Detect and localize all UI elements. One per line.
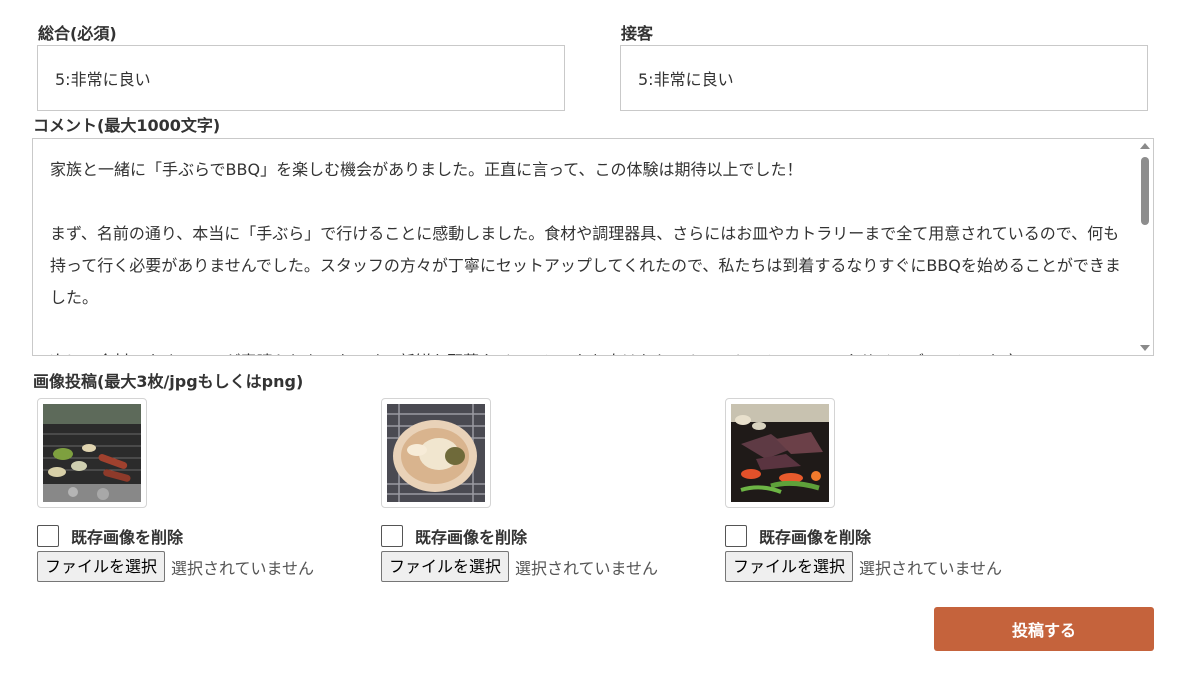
- delete-image-3-label: 既存画像を削除: [759, 528, 872, 547]
- delete-image-3-checkbox[interactable]: [725, 525, 747, 547]
- comment-label: コメント(最大1000文字): [33, 116, 221, 135]
- file-status-1: 選択されていません: [171, 558, 315, 578]
- service-rating-label: 接客: [621, 24, 654, 43]
- delete-image-2[interactable]: 既存画像を削除: [381, 524, 527, 548]
- overall-rating-value: 5:非常に良い: [55, 70, 151, 89]
- comment-text: 家族と一緒に「手ぶらでBBQ」を楽しむ機会がありました。正直に言って、この体験は…: [50, 160, 1121, 355]
- image-upload-label: 画像投稿(最大3枚/jpgもしくはpng): [33, 372, 304, 391]
- submit-button[interactable]: 投稿する: [934, 607, 1154, 651]
- scroll-down-arrow-icon[interactable]: [1140, 345, 1150, 351]
- comment-textarea[interactable]: 家族と一緒に「手ぶらでBBQ」を楽しむ機会がありました。正直に言って、この体験は…: [32, 138, 1154, 356]
- bbq-grill-photo-icon: [37, 398, 147, 508]
- choose-file-button-2[interactable]: ファイルを選択: [381, 551, 510, 582]
- grilled-scallop-photo-icon: [381, 398, 491, 508]
- comment-scrollbar[interactable]: [1137, 139, 1153, 355]
- file-status-3: 選択されていません: [859, 558, 1003, 578]
- delete-image-3[interactable]: 既存画像を削除: [725, 524, 871, 548]
- scroll-thumb[interactable]: [1141, 157, 1149, 225]
- file-input-3: ファイルを選択 選択されていません: [725, 551, 1002, 582]
- file-status-2: 選択されていません: [515, 558, 659, 578]
- grilled-meat-photo-icon: [725, 398, 835, 508]
- scroll-up-arrow-icon[interactable]: [1140, 143, 1150, 149]
- delete-image-2-label: 既存画像を削除: [415, 528, 528, 547]
- service-rating-value: 5:非常に良い: [638, 70, 734, 89]
- choose-file-button-1[interactable]: ファイルを選択: [37, 551, 166, 582]
- file-input-2: ファイルを選択 選択されていません: [381, 551, 658, 582]
- choose-file-button-3[interactable]: ファイルを選択: [725, 551, 854, 582]
- delete-image-1[interactable]: 既存画像を削除: [37, 524, 183, 548]
- service-rating-select[interactable]: 5:非常に良い: [620, 45, 1148, 111]
- delete-image-1-label: 既存画像を削除: [71, 528, 184, 547]
- overall-rating-label: 総合(必須): [38, 24, 117, 43]
- file-input-1: ファイルを選択 選択されていません: [37, 551, 314, 582]
- overall-rating-select[interactable]: 5:非常に良い: [37, 45, 565, 111]
- delete-image-2-checkbox[interactable]: [381, 525, 403, 547]
- delete-image-1-checkbox[interactable]: [37, 525, 59, 547]
